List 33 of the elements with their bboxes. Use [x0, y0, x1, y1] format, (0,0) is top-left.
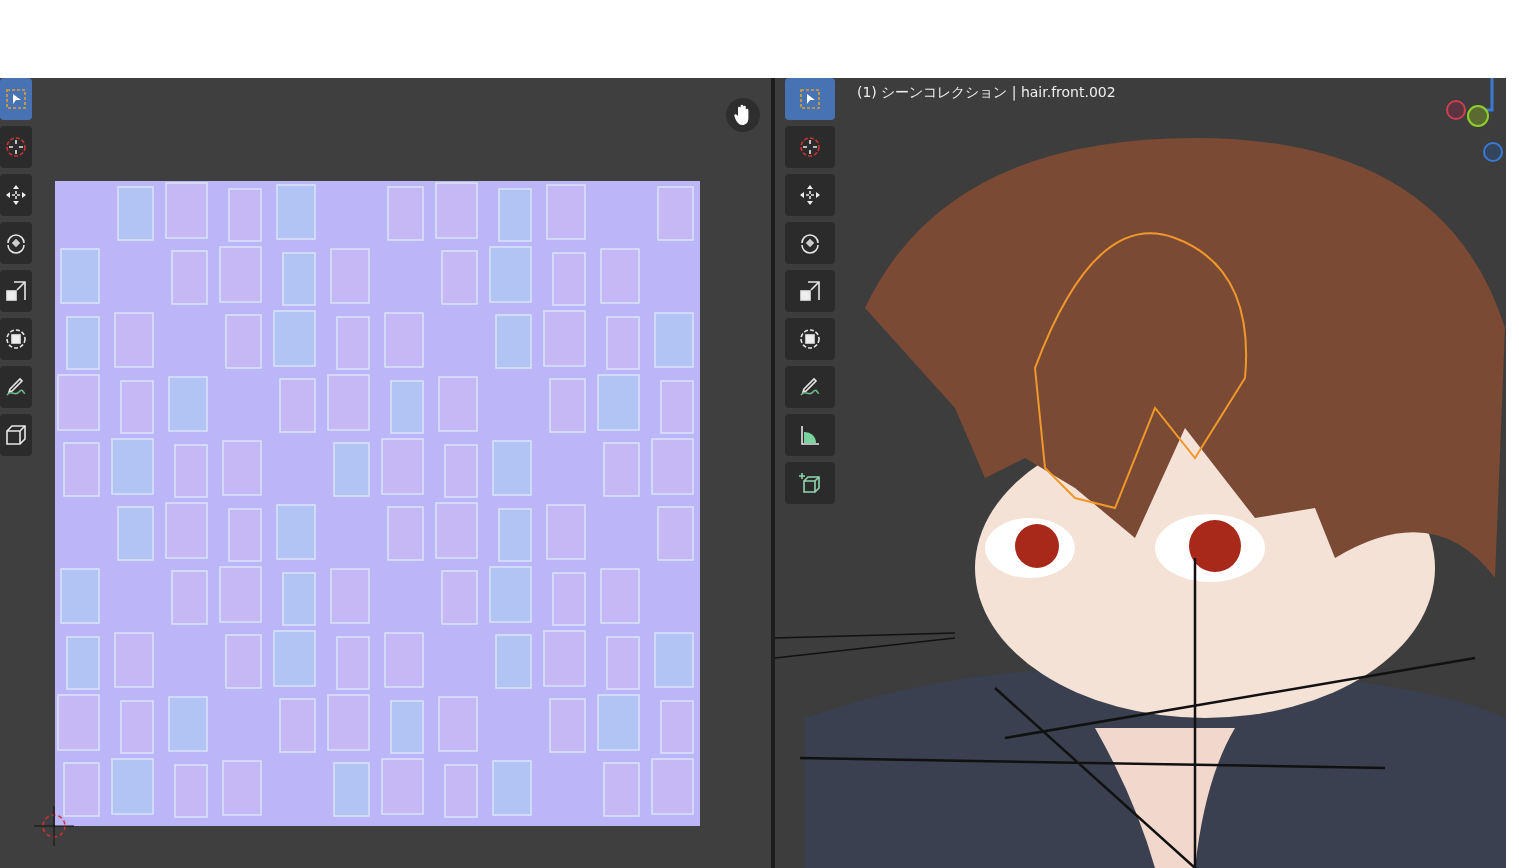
axis-gizmo-drawing[interactable]	[1443, 78, 1503, 163]
tool-button[interactable]	[0, 126, 32, 168]
add-cube-icon	[798, 471, 822, 495]
tool-button[interactable]	[785, 414, 835, 456]
move-arrows-icon	[4, 183, 28, 207]
tool-button[interactable]	[785, 174, 835, 216]
tool-button[interactable]	[785, 462, 835, 504]
select-box-icon	[4, 87, 28, 111]
rotate-icon	[4, 231, 28, 255]
tool-button[interactable]	[785, 222, 835, 264]
transform-icon	[798, 327, 822, 351]
scale-icon	[4, 279, 28, 303]
tool-button[interactable]	[0, 222, 32, 264]
tool-button[interactable]	[0, 174, 32, 216]
tool-button[interactable]	[0, 414, 32, 456]
viewport-header-text: (1) シーンコレクション | hair.front.002	[857, 84, 1116, 102]
select-box-icon	[798, 87, 822, 111]
move-arrows-icon	[798, 183, 822, 207]
tool-button[interactable]	[0, 270, 32, 312]
transform-icon	[4, 327, 28, 351]
cube-icon	[4, 423, 28, 447]
scale-icon	[798, 279, 822, 303]
cursor-icon	[798, 135, 822, 159]
rotate-icon	[798, 231, 822, 255]
ruler-icon	[798, 423, 822, 447]
cursor-icon	[4, 135, 28, 159]
tool-button[interactable]	[785, 318, 835, 360]
pan-hand-button[interactable]	[726, 98, 760, 132]
tool-button[interactable]	[0, 366, 32, 408]
tool-button[interactable]	[785, 366, 835, 408]
tool-button[interactable]	[0, 318, 32, 360]
2d-cursor-icon	[32, 804, 76, 848]
tool-button[interactable]	[785, 270, 835, 312]
